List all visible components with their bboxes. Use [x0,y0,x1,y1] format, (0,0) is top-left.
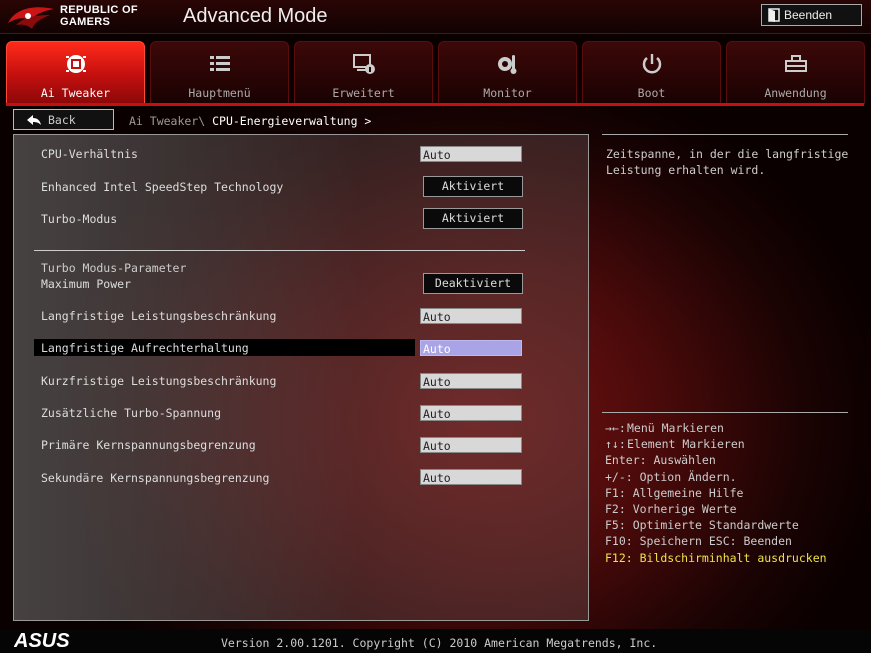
arrows-vertical-icon: ↑↓: [605,437,626,452]
breadcrumb: Ai Tweaker\ CPU-Energieverwaltung > [129,114,371,128]
back-label: Back [48,112,76,127]
back-button[interactable]: Back [13,109,114,130]
key-f12: F12: Bildschirminhalt ausdrucken [605,550,827,565]
tab-monitor[interactable]: Monitor [438,41,577,104]
secondary-core-limit-label: Sekundäre Kernspannungsbegrenzung [41,471,270,485]
tab-erweitert[interactable]: Erweitert [294,41,433,104]
key-menu: →←:Menü Markieren [605,421,724,435]
tab-hauptmenu[interactable]: Hauptmenü [150,41,289,104]
key-f10: F10: Speichern ESC: Beenden [605,534,792,549]
keys-divider [602,412,848,413]
power-icon [642,54,661,74]
key-f5: F5: Optimierte Standardwerte [605,518,799,533]
tab-underline [6,103,864,106]
long-power-limit-field[interactable]: Auto [420,308,522,324]
tab-boot[interactable]: Boot [582,41,721,104]
rog-brand-text: REPUBLIC OF GAMERS [60,4,138,28]
primary-core-limit-label: Primäre Kernspannungsbegrenzung [41,438,256,452]
list-icon [209,56,230,71]
turbo-mode-button[interactable]: Aktiviert [423,208,523,229]
exit-button[interactable]: Beenden [761,4,862,26]
tab-label: Erweitert [332,86,395,100]
tab-label: Monitor [483,86,532,100]
long-power-limit-label: Langfristige Leistungsbeschränkung [41,309,277,323]
version-text: Version 2.00.1201. Copyright (C) 2010 Am… [221,636,658,650]
tab-label: Ai Tweaker [40,86,111,100]
max-power-button[interactable]: Deaktiviert [423,273,523,294]
short-power-limit-label: Kurzfristige Leistungsbeschränkung [41,374,277,388]
breadcrumb-current: CPU-Energieverwaltung > [212,114,372,128]
key-enter: Enter: Auswählen [605,453,716,468]
help-top-divider [602,134,848,135]
tool-icon [784,55,807,72]
max-power-label: Maximum Power [41,277,132,291]
advanced-icon [352,54,375,74]
exit-label: Beenden [784,8,833,22]
extra-turbo-voltage-label: Zusätzliche Turbo-Spannung [41,406,222,420]
ai-tweaker-icon [65,55,86,73]
tab-label: Boot [637,86,666,100]
breadcrumb-parent[interactable]: Ai Tweaker\ [129,114,205,128]
tab-ai-tweaker[interactable]: Ai Tweaker [6,41,145,104]
tab-label: Anwendung [764,86,827,100]
turbo-section-heading: Turbo Modus-Parameter [41,261,187,275]
tab-label: Hauptmenü [188,86,251,100]
cpu-ratio-field[interactable]: Auto [420,146,522,162]
back-arrow-icon [27,114,41,125]
extra-turbo-voltage-field[interactable]: Auto [420,405,522,421]
turbo-mode-label: Turbo-Modus [41,212,118,226]
asus-logo-icon: ASUS [14,630,70,650]
arrows-horizontal-icon: →←: [605,421,626,435]
bios-screen: REPUBLIC OF GAMERS Advanced Mode Beenden… [0,0,871,653]
main-tabs: Ai Tweaker Hauptmenü Erweitert Monitor B… [6,41,865,104]
rog-logo-icon [8,7,54,29]
primary-core-limit-field[interactable]: Auto [420,437,522,453]
exit-door-icon [768,8,780,22]
section-divider [34,250,525,251]
help-description: Zeitspanne, in der die langfristige Leis… [606,147,849,177]
brand-line-1: REPUBLIC OF [60,4,138,16]
key-plus-minus: +/-: Option Ändern. [605,469,737,484]
key-legend: →←:Menü Markieren ↑↓:Element Markieren E… [605,420,827,566]
svg-text:ASUS: ASUS [14,630,70,650]
brand-line-2: GAMERS [60,16,111,28]
tab-anwendung[interactable]: Anwendung [726,41,865,104]
monitor-icon [497,55,516,74]
secondary-core-limit-field[interactable]: Auto [420,469,522,485]
top-bar: REPUBLIC OF GAMERS Advanced Mode Beenden [0,0,871,34]
cpu-ratio-label: CPU-Verhältnis [41,147,138,161]
long-duration-field[interactable]: Auto [420,340,522,356]
short-power-limit-field[interactable]: Auto [420,373,522,389]
key-element: ↑↓:Element Markieren [605,437,745,452]
mode-title: Advanced Mode [183,5,328,27]
speedstep-label: Enhanced Intel SpeedStep Technology [41,180,284,194]
key-f1: F1: Allgemeine Hilfe [605,485,744,500]
key-f2: F2: Vorherige Werte [605,502,737,517]
long-duration-label: Langfristige Aufrechterhaltung [41,341,249,355]
speedstep-button[interactable]: Aktiviert [423,176,523,197]
